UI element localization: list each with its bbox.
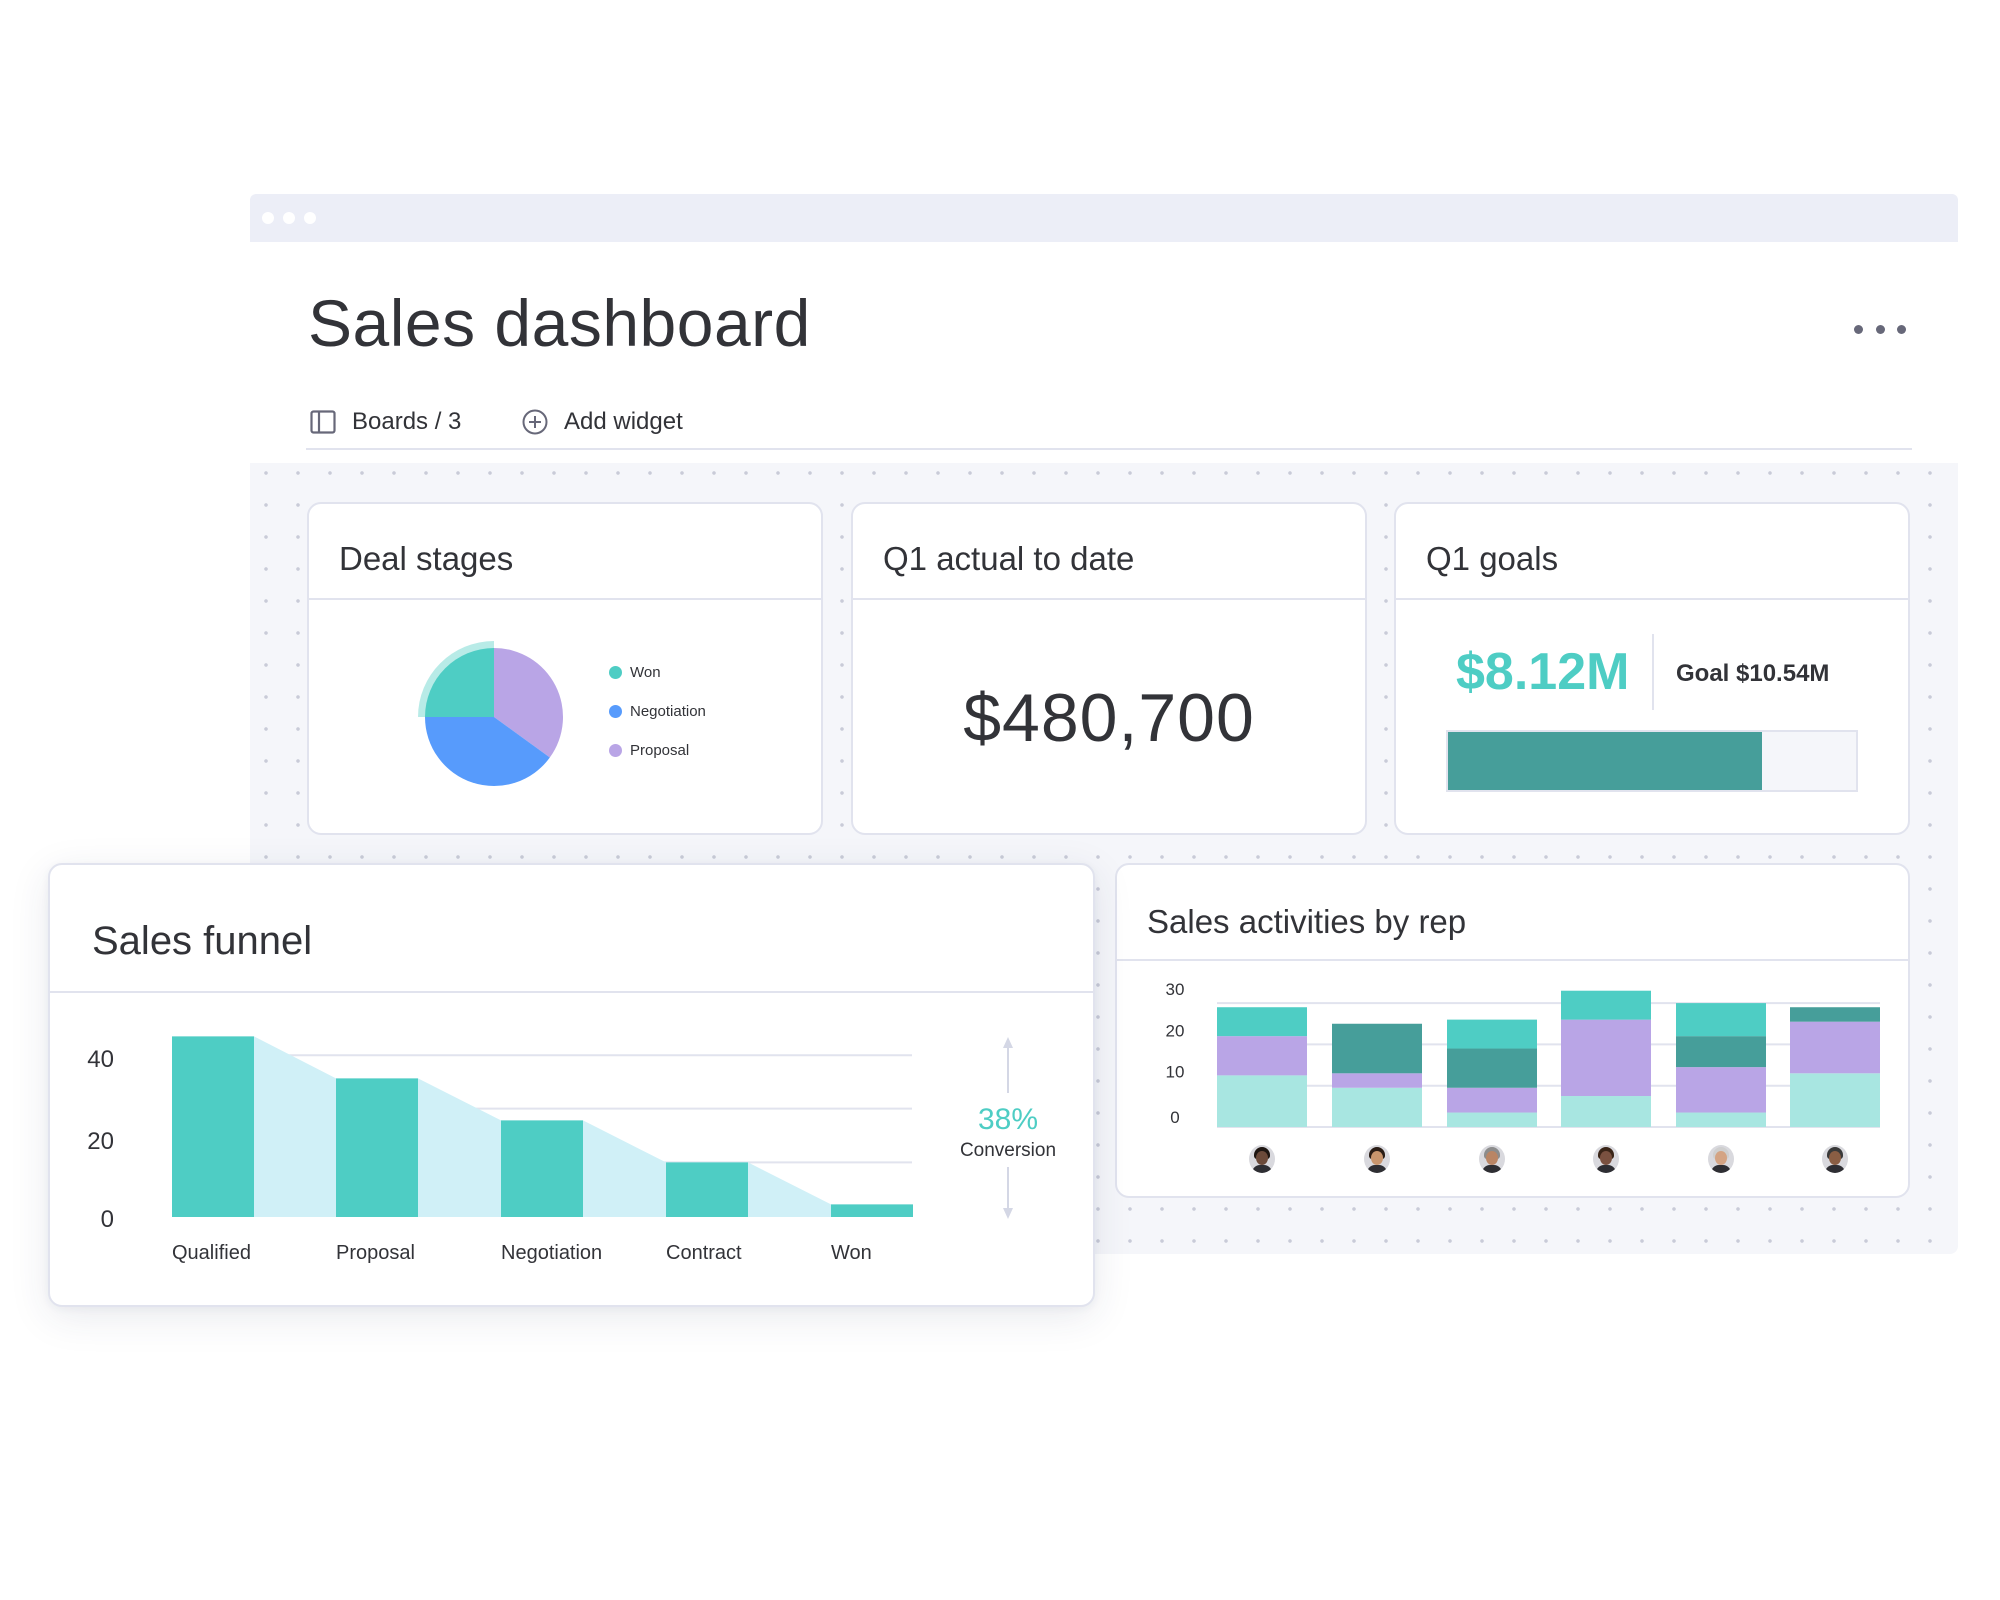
funnel-bar-negotiation[interactable] — [501, 1120, 583, 1217]
widget-header: Q1 goals — [1396, 504, 1908, 600]
funnel-bar-won[interactable] — [831, 1204, 913, 1217]
add-widget-button[interactable]: Add widget — [522, 406, 683, 438]
conversion-label: Conversion — [960, 1140, 1056, 1161]
pie-legend: Won Negotiation Proposal — [609, 664, 706, 781]
goal-separator — [1652, 634, 1654, 710]
stacked-bar-segment[interactable] — [1332, 1023, 1422, 1074]
stacked-bar-segment[interactable] — [1217, 1007, 1307, 1037]
widget-title: Q1 actual to date — [883, 540, 1135, 577]
arrow-down-icon — [1003, 1208, 1013, 1219]
stacked-bar-segment[interactable] — [1332, 1073, 1422, 1088]
stacked-bar-segment[interactable] — [1447, 1087, 1537, 1113]
add-circle-icon — [522, 409, 548, 435]
q1-actual-widget[interactable]: Q1 actual to date $480,700 — [851, 502, 1367, 835]
page-title: Sales dashboard — [308, 286, 811, 360]
goal-progress-fill — [1448, 732, 1763, 790]
stacked-bar-segment[interactable] — [1447, 1019, 1537, 1049]
goal-progress-bar — [1446, 730, 1858, 792]
rep-avatar[interactable] — [1249, 1145, 1275, 1173]
rep-avatar[interactable] — [1708, 1145, 1734, 1173]
y-tick-label: 30 — [1166, 980, 1185, 999]
stacked-bar-segment[interactable] — [1561, 990, 1651, 1020]
stacked-bar-segment[interactable] — [1217, 1075, 1307, 1127]
boards-label: Boards / 3 — [352, 408, 462, 435]
legend-swatch-icon — [609, 744, 622, 757]
widget-title: Q1 goals — [1426, 540, 1559, 577]
stacked-bar-segment[interactable] — [1790, 1021, 1880, 1074]
sales-funnel-widget[interactable]: Sales funnel Qualified Proposal Negotiatio… — [48, 863, 1095, 1307]
more-dot-icon — [1854, 324, 1863, 334]
funnel-bar-qualified[interactable] — [172, 1036, 254, 1217]
more-dot-icon — [1897, 324, 1906, 334]
stacked-bar-segment[interactable] — [1790, 1073, 1880, 1127]
stacked-bar-segment[interactable] — [1217, 1036, 1307, 1076]
stacked-bar-segment[interactable] — [1676, 1067, 1766, 1113]
stacked-bar-segment[interactable] — [1447, 1112, 1537, 1127]
legend-item-negotiation[interactable]: Negotiation — [609, 703, 706, 720]
legend-item-won[interactable]: Won — [609, 664, 706, 681]
x-tick-label: Negotiation — [501, 1242, 602, 1264]
deal-stages-pie-chart — [418, 641, 563, 786]
x-tick-label: Proposal — [336, 1242, 415, 1264]
y-tick-label: 0 — [1170, 1108, 1179, 1127]
header-divider — [306, 448, 1912, 450]
legend-swatch-icon — [609, 705, 622, 718]
window-dot — [283, 212, 295, 224]
stacked-bar-segment[interactable] — [1561, 1019, 1651, 1097]
stacked-bar-segment[interactable] — [1676, 1112, 1766, 1127]
board-icon — [310, 410, 336, 434]
x-tick-label: Qualified — [172, 1242, 251, 1264]
more-options-button[interactable] — [1854, 318, 1906, 340]
rep-avatar[interactable] — [1593, 1145, 1619, 1173]
legend-label: Proposal — [630, 742, 690, 759]
legend-label: Won — [630, 664, 661, 681]
goal-target-value: Goal $10.54M — [1676, 660, 1830, 687]
funnel-bar-proposal[interactable] — [336, 1078, 418, 1217]
rep-avatar[interactable] — [1479, 1145, 1505, 1173]
rep-avatar[interactable] — [1364, 1145, 1390, 1173]
y-tick-label: 40 — [87, 1046, 114, 1073]
conversion-value: 38% — [978, 1103, 1038, 1136]
sales-funnel-chart: Qualified Proposal Negotiation Contract Won 0… — [87, 1036, 1056, 1264]
widget-header: Q1 actual to date — [853, 504, 1365, 600]
stacked-bar-segment[interactable] — [1676, 1036, 1766, 1068]
legend-item-proposal[interactable]: Proposal — [609, 742, 706, 759]
funnel-bar-contract[interactable] — [666, 1162, 748, 1217]
x-tick-label: Contract — [666, 1242, 742, 1264]
y-tick-label: 10 — [1166, 1063, 1185, 1082]
boards-button[interactable]: Boards / 3 — [310, 406, 461, 438]
x-tick-label: Won — [831, 1242, 872, 1264]
window-titlebar — [250, 194, 1958, 242]
stacked-bar-segment[interactable] — [1561, 1096, 1651, 1127]
y-tick-label: 20 — [87, 1128, 114, 1155]
legend-label: Negotiation — [630, 703, 706, 720]
goal-actual-value: $8.12M — [1456, 643, 1630, 701]
stacked-bar-segment[interactable] — [1332, 1087, 1422, 1127]
stacked-bar-segment[interactable] — [1790, 1007, 1880, 1022]
pie-slice-won[interactable] — [425, 648, 494, 717]
y-tick-label: 20 — [1166, 1021, 1185, 1040]
sales-activities-chart: 0 10 20 30 — [1166, 980, 1880, 1128]
deal-stages-widget[interactable]: Deal stages Won Negotiation Proposal — [307, 502, 823, 835]
more-dot-icon — [1875, 324, 1885, 334]
legend-swatch-icon — [609, 666, 622, 679]
q1-actual-value: $480,700 — [963, 680, 1255, 756]
sales-activities-widget[interactable]: Sales activities by rep 0 10 20 30 — [1115, 863, 1910, 1198]
y-tick-label: 0 — [101, 1206, 114, 1233]
window-dot — [304, 212, 316, 224]
arrow-up-icon — [1003, 1037, 1013, 1048]
stacked-bar-segment[interactable] — [1676, 1003, 1766, 1037]
q1-goals-widget[interactable]: Q1 goals $8.12M Goal $10.54M — [1394, 502, 1910, 835]
stacked-bar-segment[interactable] — [1447, 1048, 1537, 1088]
window-dot — [262, 212, 274, 224]
add-widget-label: Add widget — [564, 408, 683, 435]
rep-avatar[interactable] — [1822, 1145, 1848, 1173]
